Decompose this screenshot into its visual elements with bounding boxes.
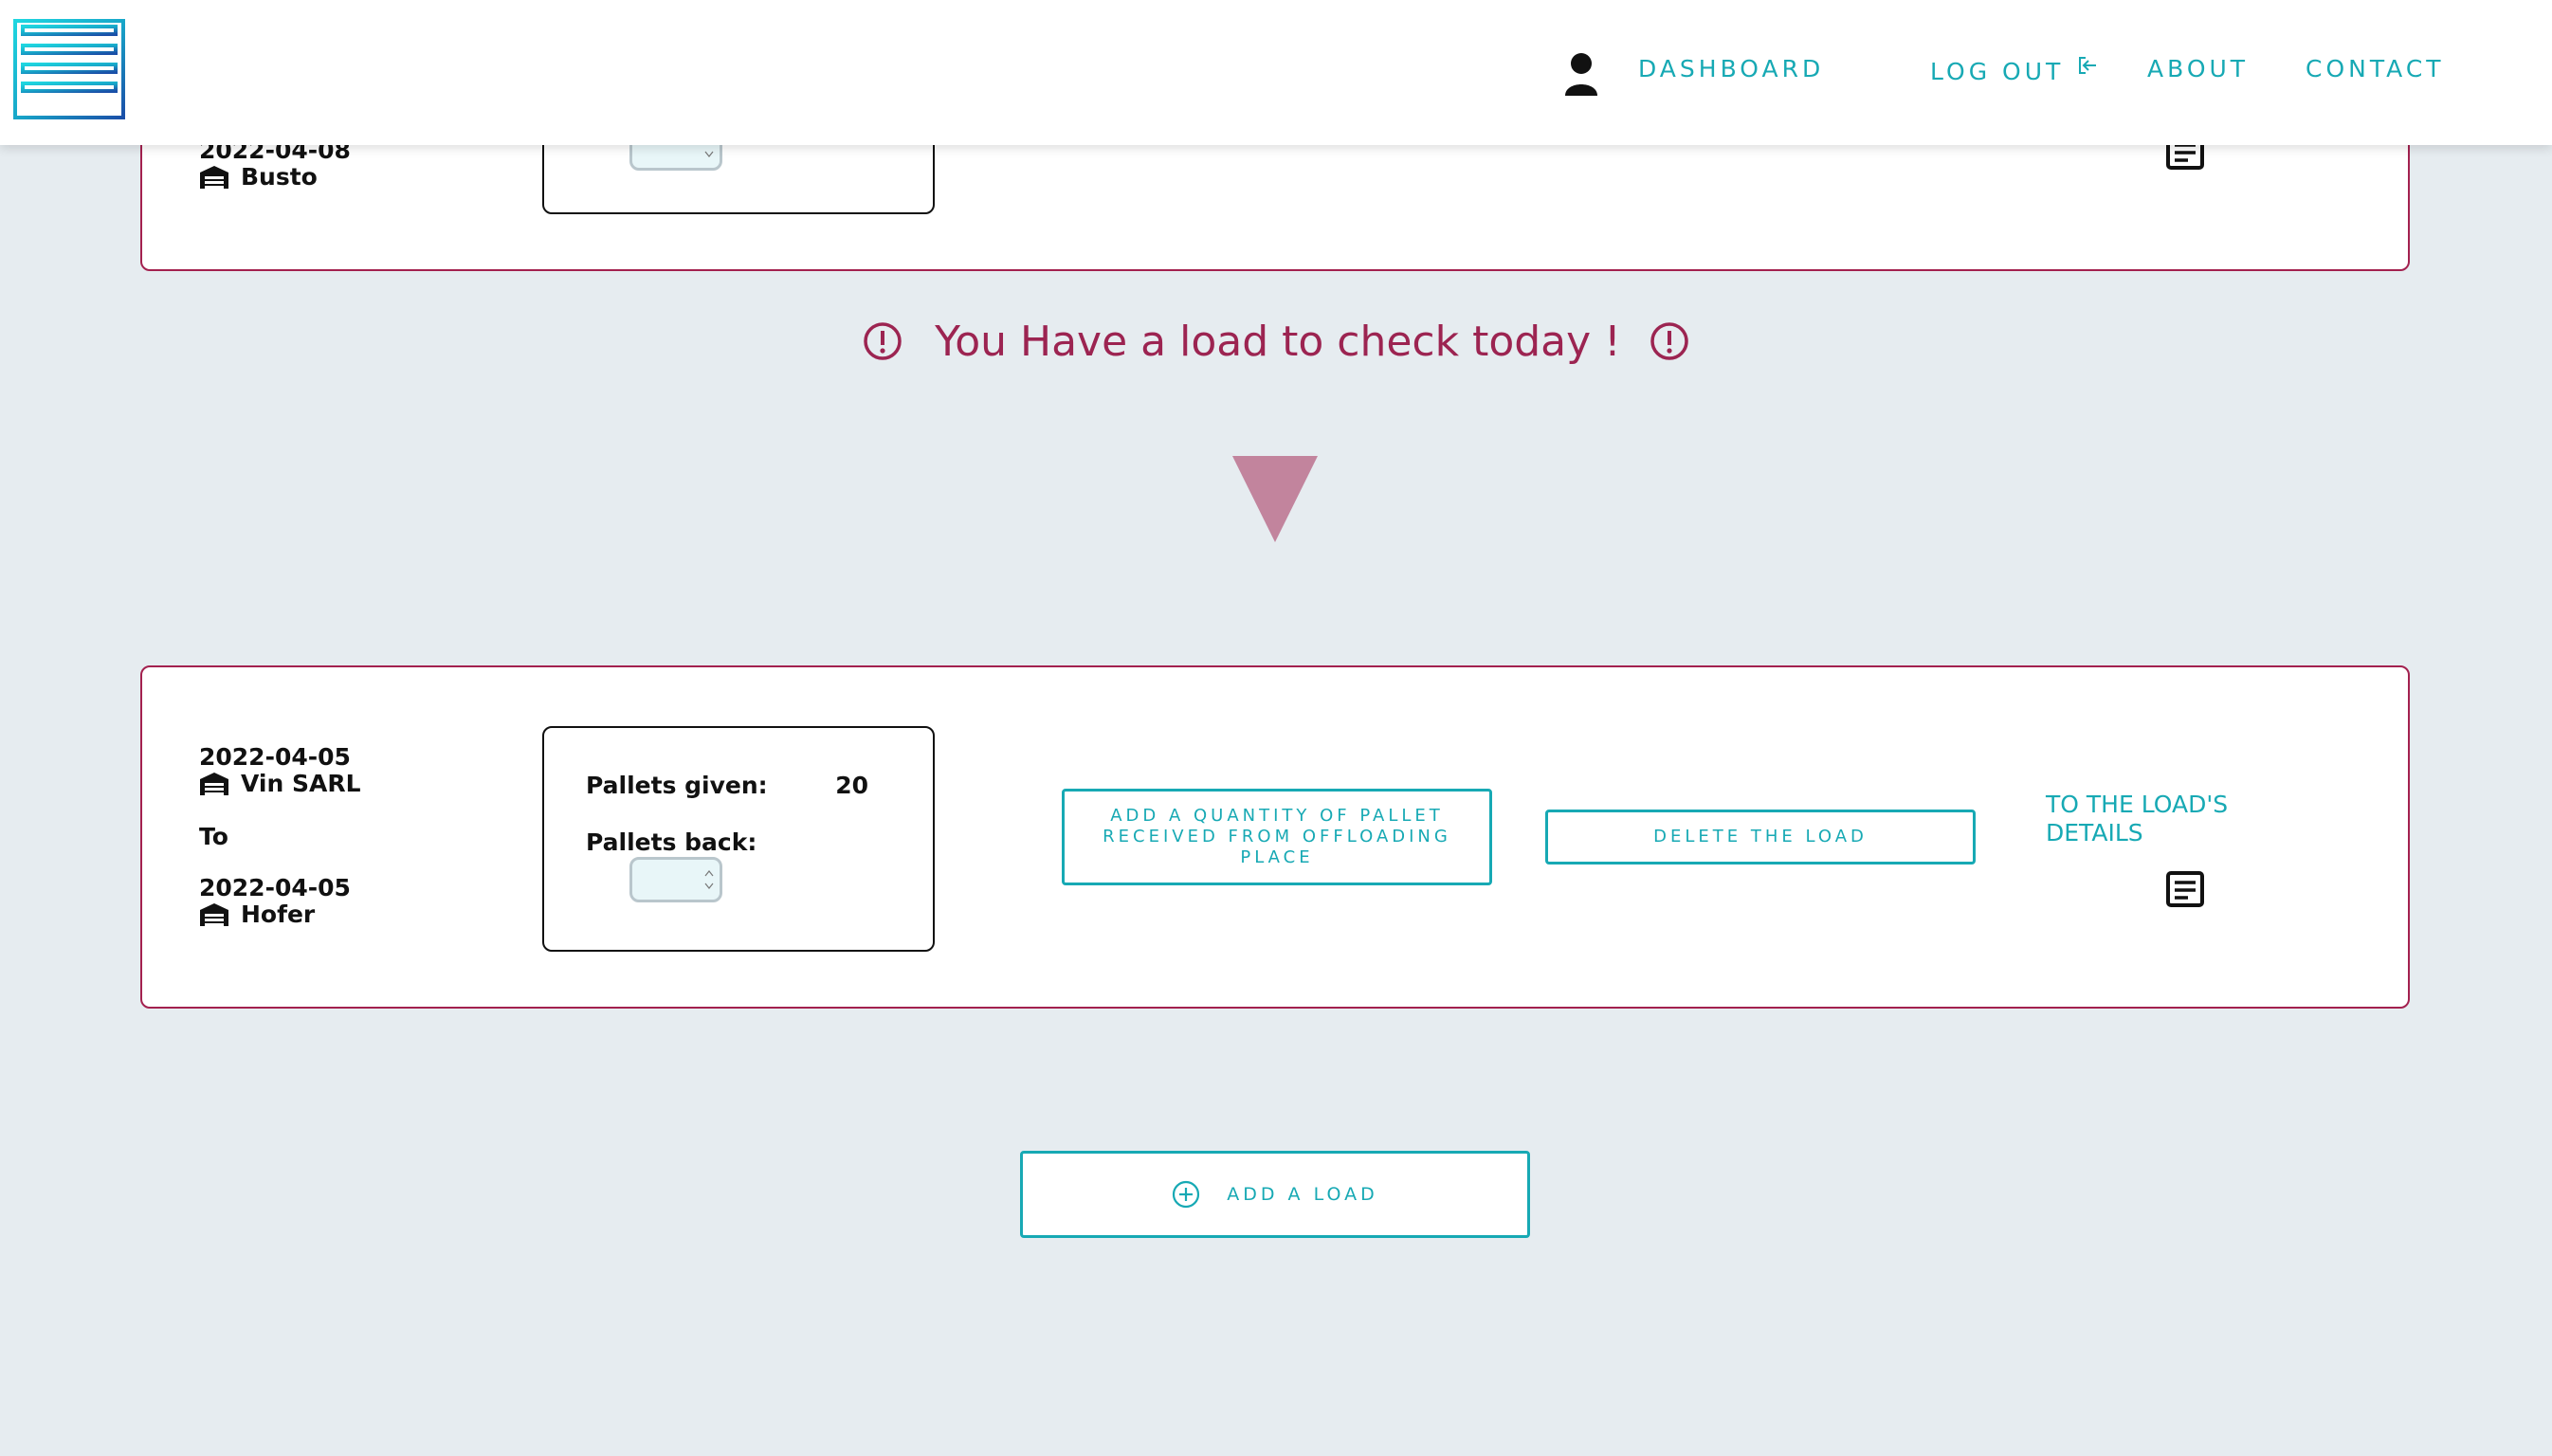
departure-date: 2022-04-05 xyxy=(199,743,351,771)
exclamation-circle-icon xyxy=(864,322,902,360)
warehouse-icon xyxy=(200,902,228,926)
load-card: 2022-04-05 Vin SARL To 2022-04-05 Hofer … xyxy=(140,665,2410,1009)
top-navbar: DASHBOARD LOG OUT ABOUT CONTACT xyxy=(0,0,2552,145)
nav-logout-label: LOG OUT xyxy=(1930,58,2065,85)
plus-circle-icon xyxy=(1173,1180,1200,1209)
warehouse-icon xyxy=(200,165,228,189)
add-load-button[interactable]: ADD A LOAD xyxy=(1020,1151,1530,1238)
add-load-label: ADD A LOAD xyxy=(1227,1184,1378,1205)
spin-arrows-icon[interactable] xyxy=(704,867,714,892)
pallets-given-value: 20 xyxy=(835,772,868,799)
nav-about-link[interactable]: ABOUT xyxy=(2147,55,2249,82)
down-arrow-triangle-icon xyxy=(1232,456,1318,542)
arrival-place-label: Hofer xyxy=(241,901,316,928)
logout-icon xyxy=(2079,57,2097,74)
nav-logout-link[interactable]: LOG OUT xyxy=(1930,55,2098,85)
pallets-back-input[interactable] xyxy=(629,857,722,902)
details-document-icon[interactable] xyxy=(2165,870,2205,908)
pallet-logo-icon[interactable] xyxy=(13,19,125,119)
check-today-alert: You Have a load to check today ! xyxy=(853,313,1699,370)
exclamation-circle-icon xyxy=(1650,322,1688,360)
add-quantity-button[interactable]: ADD A QUANTITY OF PALLET RECEIVED FROM O… xyxy=(1062,789,1492,885)
alert-text: You Have a load to check today ! xyxy=(935,317,1621,366)
arrival-place: Busto xyxy=(199,163,318,191)
departure-place: Vin SARL xyxy=(199,770,361,797)
arrival-place: Hofer xyxy=(199,901,315,928)
arrival-place-label: Busto xyxy=(241,163,318,191)
pallets-given-label: Pallets given: xyxy=(586,772,768,799)
pallet-count-box: Pallets given: 20 Pallets back: xyxy=(542,726,935,952)
nav-dashboard-link[interactable]: DASHBOARD xyxy=(1638,55,1824,82)
user-icon[interactable] xyxy=(1564,52,1598,96)
departure-place-label: Vin SARL xyxy=(241,770,361,797)
warehouse-icon xyxy=(200,772,228,795)
to-label: To xyxy=(199,823,228,850)
load-details-link[interactable]: TO THE LOAD'S DETAILS xyxy=(2046,791,2273,847)
pallets-back-label: Pallets back: xyxy=(586,828,757,856)
nav-contact-link[interactable]: CONTACT xyxy=(2306,55,2445,82)
arrival-date: 2022-04-05 xyxy=(199,874,351,901)
delete-load-button[interactable]: DELETE THE LOAD xyxy=(1545,810,1976,864)
